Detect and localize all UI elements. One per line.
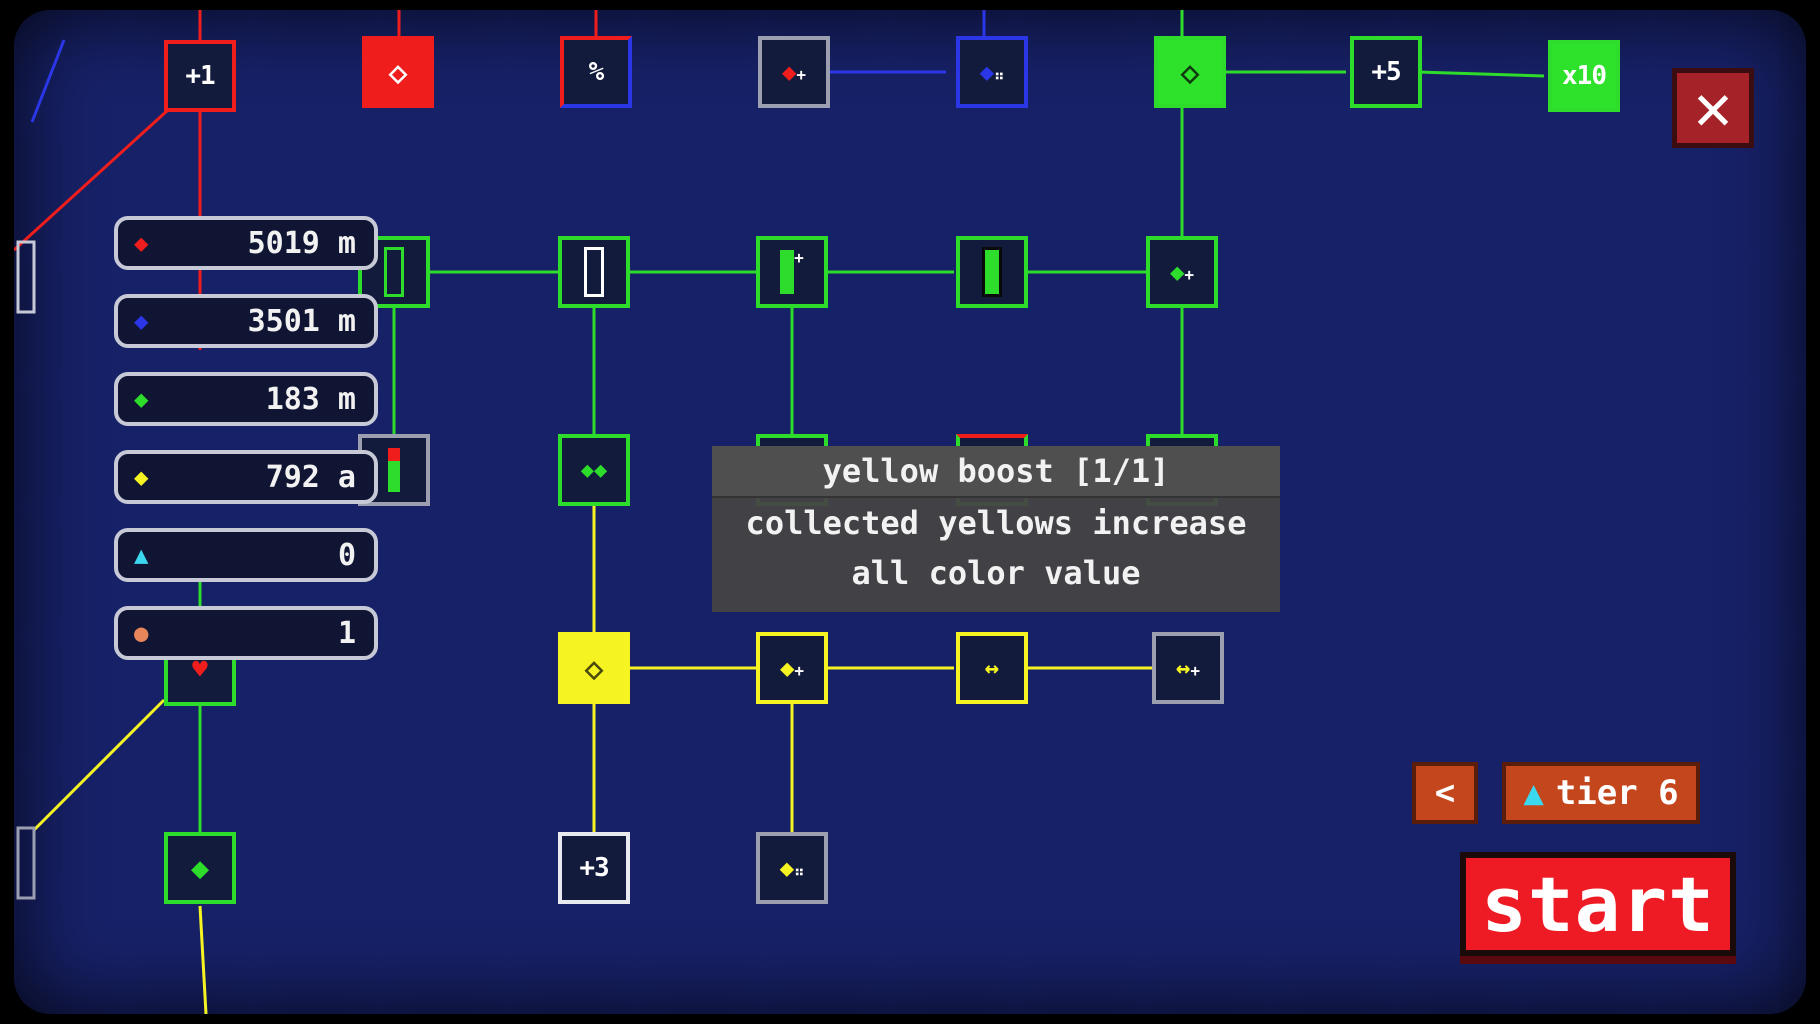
red-gem-icon: ◆ xyxy=(134,229,149,257)
bar-icon xyxy=(982,247,1002,297)
cyan-gem-icon: ▲ xyxy=(1523,773,1544,813)
upgrade-tooltip: yellow boost [1/1] collected yellows inc… xyxy=(712,446,1280,612)
bar-icon xyxy=(584,247,604,297)
upgrade-plus3-node[interactable]: +3 xyxy=(558,832,630,904)
green-gem-plus-icon: ◆+ xyxy=(1169,258,1195,286)
tooltip-title: yellow boost [1/1] xyxy=(712,446,1280,498)
green-bar-plus-node[interactable]: + xyxy=(756,236,828,308)
yellow-gem-icon: ◆ xyxy=(134,463,149,491)
resource-value: 183 m xyxy=(265,381,356,417)
orange-pouch-icon: ● xyxy=(134,619,149,647)
resource-value: 5019 m xyxy=(247,225,356,261)
resource-pouch: ● 1 xyxy=(114,606,378,660)
upgrade-plus1-node[interactable]: +1 xyxy=(164,40,236,112)
resource-value: 3501 m xyxy=(247,303,356,339)
percent-node[interactable]: % xyxy=(560,36,632,108)
red-diamond-node[interactable]: ◇ xyxy=(362,36,434,108)
arrows-icon: ↔ xyxy=(984,654,1000,682)
resource-value: 792 a xyxy=(265,459,356,495)
green-diamond-node[interactable]: ◇ xyxy=(1154,36,1226,108)
resource-value: 1 xyxy=(337,615,356,651)
green-red-gem-icon: ◆ xyxy=(190,850,210,886)
swap-gems-icon: ◆◆ xyxy=(580,457,608,483)
white-bar-node[interactable] xyxy=(558,236,630,308)
yellow-gem-dots-node[interactable]: ◆⠶ xyxy=(756,832,828,904)
offscreen-node-left xyxy=(16,240,36,314)
bar-icon xyxy=(384,247,404,297)
tier-button[interactable]: ▲ tier 6 xyxy=(1502,762,1700,824)
prev-tier-button[interactable]: < xyxy=(1412,762,1478,824)
green-red-gem-node[interactable]: ◆ xyxy=(164,832,236,904)
diamond-icon: ◇ xyxy=(1180,53,1200,91)
resource-yellow: ◆ 792 a xyxy=(114,450,378,504)
tier-label: tier 6 xyxy=(1555,773,1679,813)
arrows-plus-icon: ↔+ xyxy=(1175,654,1201,682)
blue-gem-node[interactable]: ◆⠶ xyxy=(956,36,1028,108)
upgrade-tree-screen: +1 ◇ % ◆+ ◆⠶ ◇ +5 x10 + ◆+ ◆◆ ◇ ◆+ ↔ ↔+ … xyxy=(14,10,1806,1014)
blue-gem-icon: ◆ xyxy=(134,307,149,335)
upgrade-plus5-node[interactable]: +5 xyxy=(1350,36,1422,108)
resource-value: 0 xyxy=(337,537,356,573)
resource-green: ◆ 183 m xyxy=(114,372,378,426)
offscreen-node-bottom-left xyxy=(16,826,36,900)
resource-blue: ◆ 3501 m xyxy=(114,294,378,348)
yellow-arrows-plus-node[interactable]: ↔+ xyxy=(1152,632,1224,704)
yellow-arrows-node[interactable]: ↔ xyxy=(956,632,1028,704)
close-icon: ✕ xyxy=(1693,71,1733,145)
close-button[interactable]: ✕ xyxy=(1672,68,1754,148)
cyan-gem-icon: ▲ xyxy=(134,541,149,569)
meter-icon xyxy=(388,448,400,492)
upgrade-x10-node[interactable]: x10 xyxy=(1548,40,1620,112)
green-gem-icon: ◆ xyxy=(134,385,149,413)
start-button[interactable]: start xyxy=(1460,852,1736,956)
diamond-icon: ◇ xyxy=(584,649,604,687)
tooltip-line-2: all color value xyxy=(851,554,1141,592)
blue-gem-dots-icon: ◆⠶ xyxy=(979,58,1005,86)
yellow-gem-plus-icon: ◆+ xyxy=(779,654,805,682)
resource-cyan: ▲ 0 xyxy=(114,528,378,582)
tooltip-line-1: collected yellows increase xyxy=(745,504,1247,542)
green-swap-node[interactable]: ◆◆ xyxy=(558,434,630,506)
resource-red: ◆ 5019 m xyxy=(114,216,378,270)
start-label: start xyxy=(1481,859,1715,949)
yellow-gem-plus-node[interactable]: ◆+ xyxy=(756,632,828,704)
green-bar-node-2[interactable] xyxy=(956,236,1028,308)
rainbow-gem-plus-icon: ◆+ xyxy=(781,58,807,86)
yellow-diamond-node[interactable]: ◇ xyxy=(558,632,630,704)
green-gem-plus-node[interactable]: ◆+ xyxy=(1146,236,1218,308)
rainbow-gem-node[interactable]: ◆+ xyxy=(758,36,830,108)
yellow-gem-dots-icon: ◆⠶ xyxy=(779,854,805,882)
chevron-left-icon: < xyxy=(1434,773,1456,813)
diamond-icon: ◇ xyxy=(388,53,408,91)
bar-plus-icon xyxy=(780,250,795,294)
